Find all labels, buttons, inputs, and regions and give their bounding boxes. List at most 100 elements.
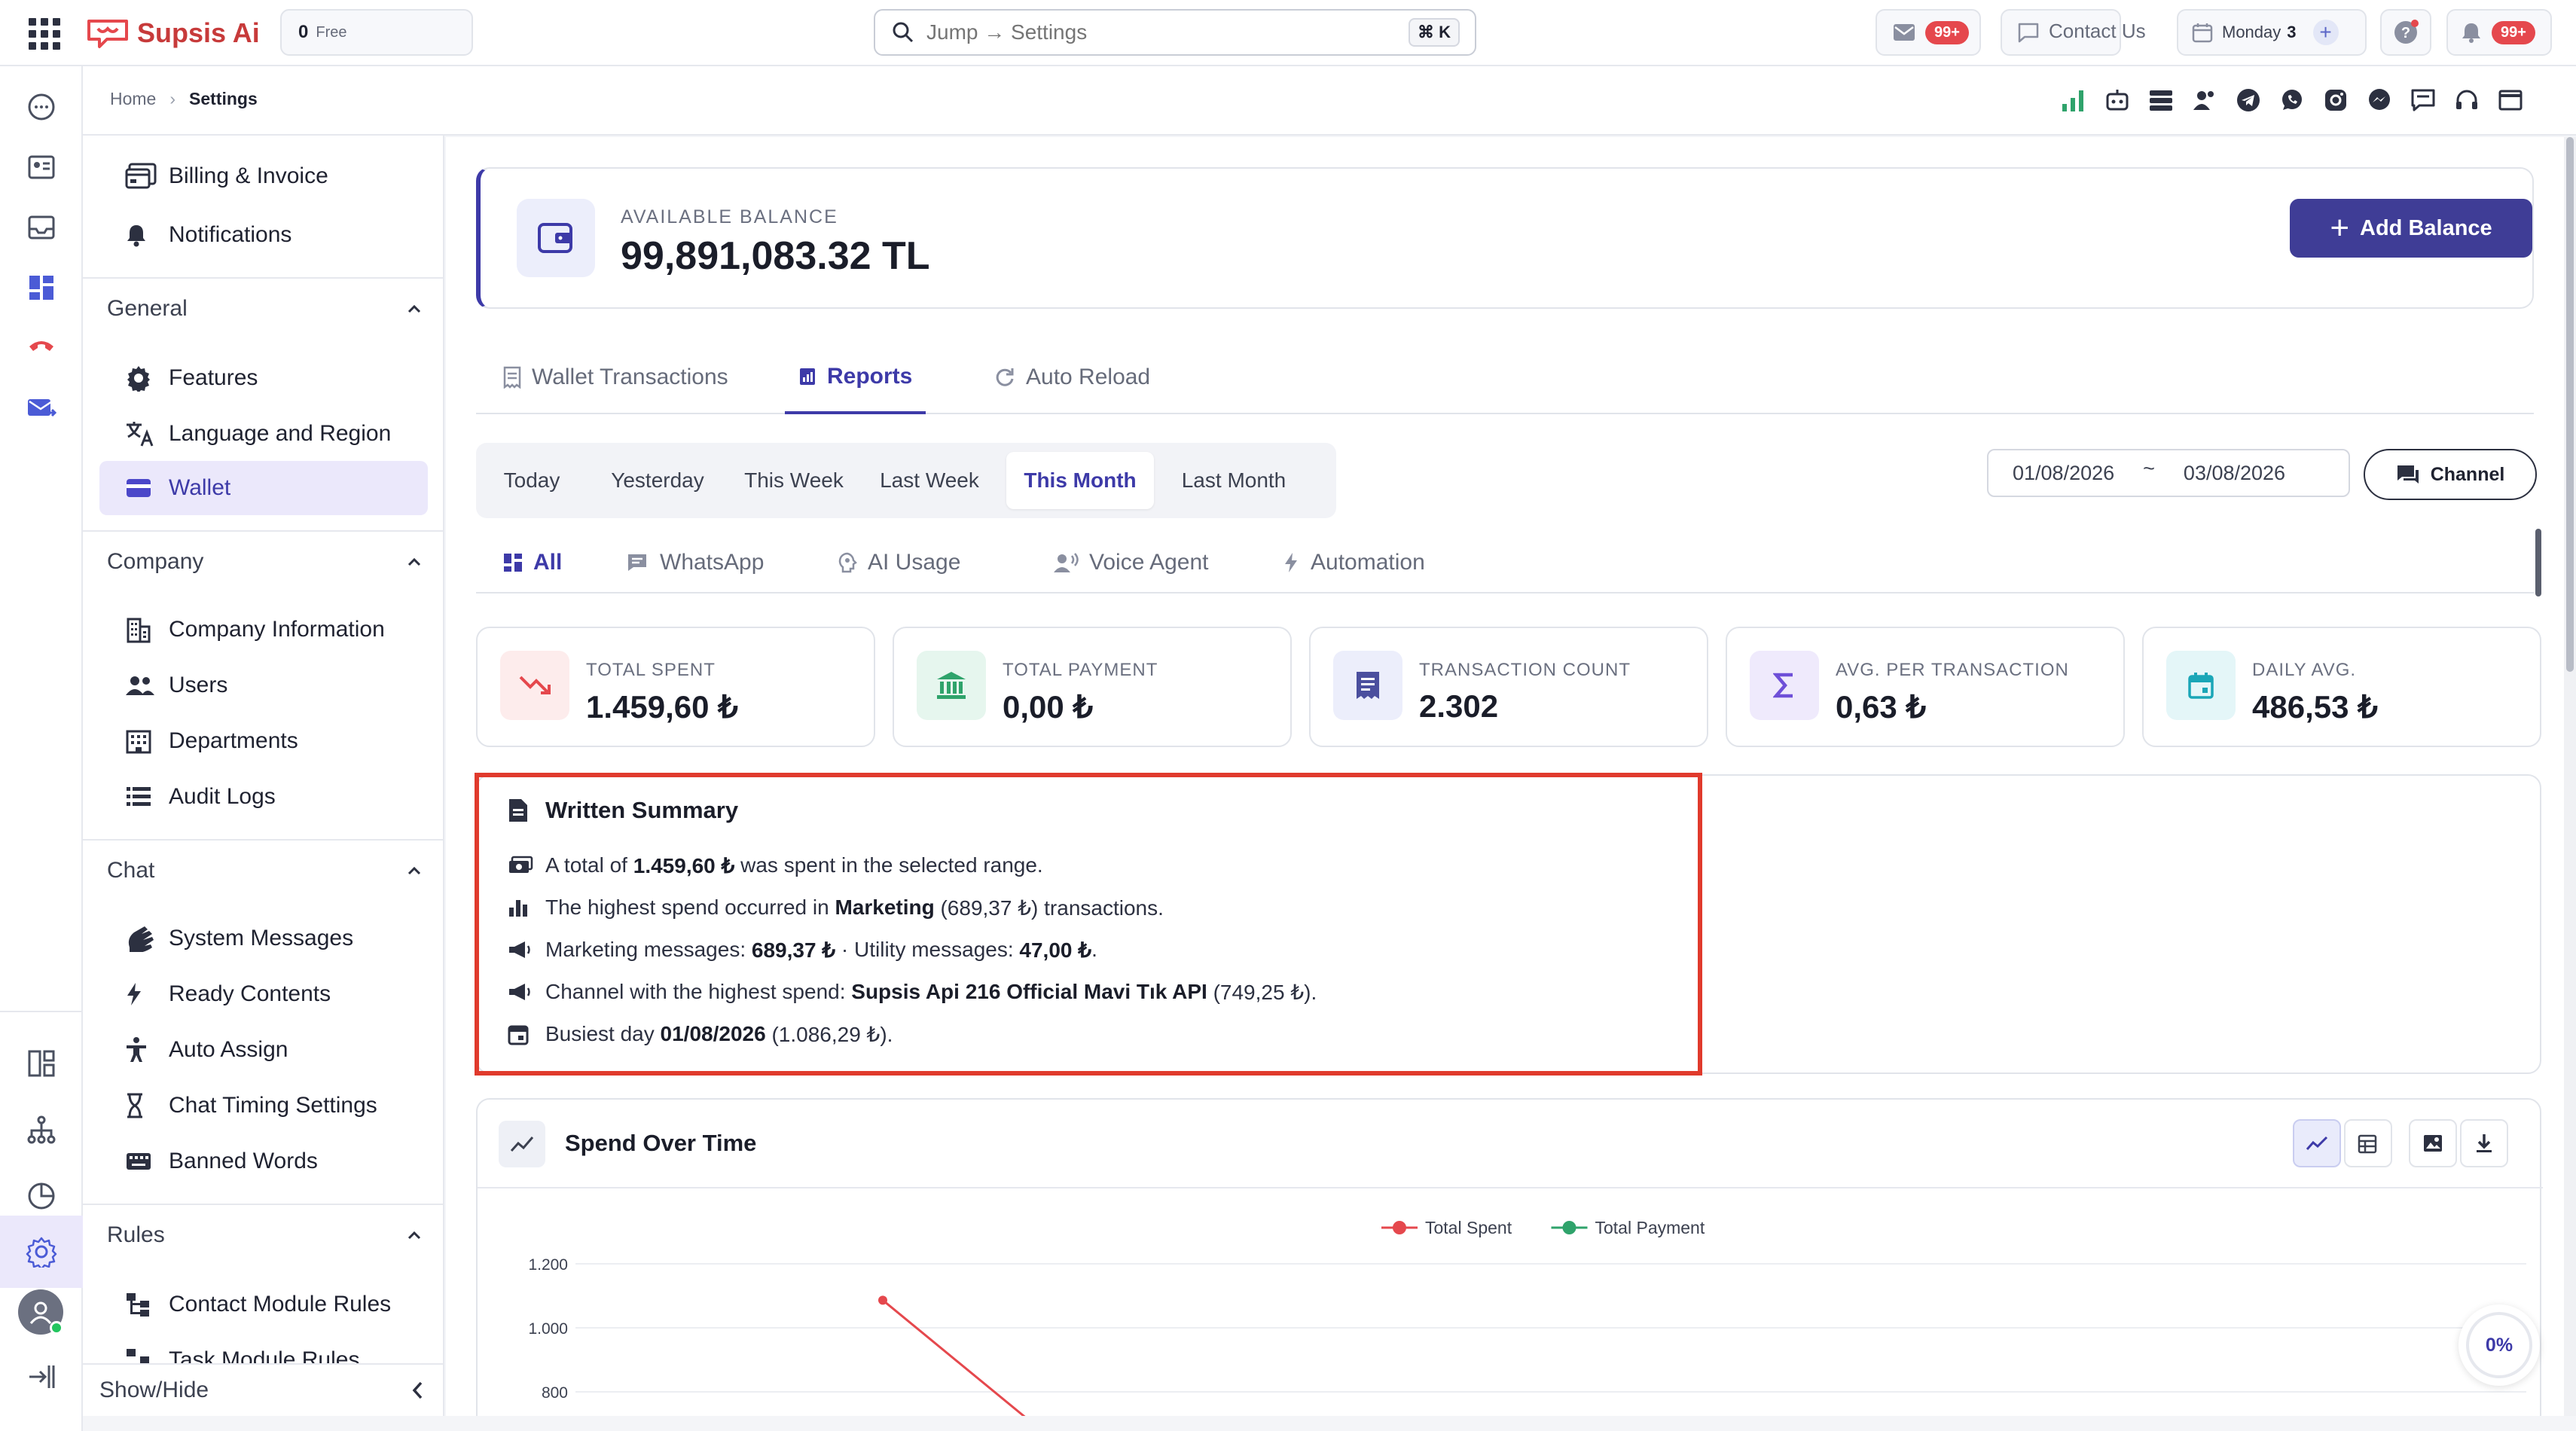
- filter-voice-agent[interactable]: Voice Agent: [1053, 535, 1208, 590]
- sidebar-item-ready-contents[interactable]: Ready Contents: [99, 967, 428, 1021]
- sidebar-item-notifications[interactable]: Notifications: [99, 208, 428, 262]
- sidebar-item-system-messages[interactable]: System Messages: [99, 911, 428, 966]
- help-button[interactable]: ?: [2380, 9, 2431, 56]
- summary-text: Busiest day: [545, 1022, 661, 1045]
- instagram-icon[interactable]: [2323, 87, 2349, 113]
- add-balance-button[interactable]: + Add Balance: [2290, 199, 2532, 258]
- rail-logout-icon[interactable]: [23, 1359, 60, 1395]
- sidebar-item-features[interactable]: Features: [99, 351, 428, 405]
- sidebar-item-language[interactable]: Language and Region: [99, 407, 428, 461]
- rail-settings-icon[interactable]: [23, 1234, 60, 1270]
- list-icon: [125, 782, 158, 812]
- headset-icon[interactable]: [2454, 87, 2480, 113]
- table-view-button[interactable]: [2344, 1119, 2392, 1167]
- sidebar-item-departments[interactable]: Departments: [99, 714, 428, 768]
- bell-icon: [125, 220, 158, 250]
- period-last-month[interactable]: Last Month: [1157, 452, 1311, 509]
- rail-contacts-icon[interactable]: [23, 149, 60, 185]
- sidebar-item-label: Contact Module Rules: [169, 1292, 392, 1317]
- y-tick-label: 1.200: [528, 1256, 568, 1274]
- section-company[interactable]: Company: [83, 530, 443, 592]
- filter-automation[interactable]: Automation: [1283, 535, 1425, 590]
- stat-label: TOTAL SPENT: [586, 660, 716, 680]
- contact-us-label[interactable]: Contact Us: [2049, 20, 2146, 43]
- sidebar-item-contact-rules[interactable]: Contact Module Rules: [99, 1277, 428, 1332]
- sidebar-item-banned-words[interactable]: Banned Words: [99, 1134, 428, 1188]
- messenger-icon[interactable]: [2367, 87, 2392, 113]
- rail-flow-icon[interactable]: [23, 1112, 60, 1148]
- period-this-month[interactable]: This Month: [1006, 452, 1154, 509]
- image-icon: [2424, 1135, 2442, 1152]
- sidebar-item-company-info[interactable]: Company Information: [99, 603, 428, 657]
- rail-email-icon[interactable]: [23, 390, 60, 426]
- chevron-left-icon[interactable]: [411, 1381, 423, 1400]
- filter-ai-usage[interactable]: AI Usage: [838, 535, 960, 590]
- apps-grid-icon[interactable]: [29, 18, 60, 50]
- rail-analytics-icon[interactable]: [23, 1178, 60, 1214]
- period-today[interactable]: Today: [476, 452, 588, 509]
- tab-reports[interactable]: Reports: [785, 342, 926, 414]
- sidebar-item-auto-assign[interactable]: Auto Assign: [99, 1023, 428, 1077]
- image-export-button[interactable]: [2409, 1119, 2457, 1167]
- download-button[interactable]: [2460, 1119, 2508, 1167]
- summary-panel: Written Summary A total of 1.459,60 ₺ wa…: [475, 773, 2541, 1076]
- rail-dashboard-icon[interactable]: [23, 270, 60, 306]
- notifications-button[interactable]: 99+: [2446, 9, 2552, 56]
- date-range-input[interactable]: 01/08/2026 ~ 03/08/2026: [1987, 449, 2350, 497]
- rail-layout-icon[interactable]: [23, 1045, 60, 1082]
- signal-icon[interactable]: [2061, 87, 2086, 113]
- chevron-up-icon[interactable]: [407, 865, 422, 876]
- progress-widget[interactable]: 0%: [2458, 1304, 2540, 1386]
- period-selector: Today Yesterday This Week Last Week This…: [476, 443, 1336, 518]
- rail-phone-icon[interactable]: [23, 330, 60, 366]
- filter-label: WhatsApp: [660, 550, 765, 575]
- section-general[interactable]: General: [83, 277, 443, 339]
- sidebar-item-billing[interactable]: Billing & Invoice: [99, 149, 428, 203]
- credit-box[interactable]: 0 Free: [280, 9, 473, 56]
- filter-all[interactable]: All: [503, 535, 562, 590]
- data-point-total-spent: [878, 1295, 887, 1305]
- mail-button[interactable]: 99+: [1876, 9, 1981, 56]
- sidebar-item-users[interactable]: Users: [99, 658, 428, 712]
- main-scrollbar-track[interactable]: [2564, 137, 2576, 1416]
- show-hide-toggle[interactable]: Show/Hide: [83, 1363, 443, 1416]
- search-input[interactable]: [926, 20, 1378, 44]
- telegram-icon[interactable]: [2236, 87, 2261, 113]
- agents-icon[interactable]: [2192, 87, 2217, 113]
- chevron-up-icon[interactable]: [407, 557, 422, 567]
- brand-logo[interactable]: Supsis Ai: [84, 14, 260, 53]
- legend-swatch-dot: [1562, 1221, 1576, 1234]
- livechat-icon[interactable]: [2410, 87, 2436, 113]
- filter-whatsapp[interactable]: WhatsApp: [627, 535, 764, 590]
- sidebar-item-audit-logs[interactable]: Audit Logs: [99, 770, 428, 824]
- window-icon[interactable]: [2498, 87, 2523, 113]
- rail-chat-icon[interactable]: [23, 89, 60, 125]
- period-this-week[interactable]: This Week: [728, 452, 860, 509]
- search-box[interactable]: ⌘ K: [874, 9, 1476, 56]
- server-icon[interactable]: [2148, 87, 2174, 113]
- section-chat[interactable]: Chat: [83, 839, 443, 901]
- tab-wallet-transactions[interactable]: Wallet Transactions: [503, 342, 728, 413]
- main-scrollbar-thumb[interactable]: [2566, 137, 2574, 672]
- add-event-icon[interactable]: +: [2312, 20, 2339, 45]
- tab-auto-reload[interactable]: Auto Reload: [994, 342, 1150, 413]
- period-yesterday[interactable]: Yesterday: [588, 452, 728, 509]
- sigma-icon: [1750, 651, 1819, 720]
- line-chart-button[interactable]: [2293, 1119, 2341, 1167]
- date-to: 03/08/2026: [2183, 461, 2286, 484]
- calendar-button[interactable]: Monday 3 +: [2177, 9, 2367, 56]
- robot-icon[interactable]: [2104, 87, 2130, 113]
- rail-inbox-icon[interactable]: [23, 209, 60, 246]
- inner-scrollbar[interactable]: [2535, 529, 2541, 597]
- breadcrumb-home[interactable]: Home: [110, 89, 156, 109]
- section-rules[interactable]: Rules: [83, 1204, 443, 1265]
- chevron-up-icon[interactable]: [407, 1230, 422, 1240]
- channel-button[interactable]: Channel: [2364, 449, 2537, 500]
- avatar[interactable]: [18, 1289, 63, 1335]
- period-last-week[interactable]: Last Week: [860, 452, 999, 509]
- billing-icon: [125, 161, 158, 191]
- whatsapp-icon[interactable]: [2279, 87, 2305, 113]
- sidebar-item-chat-timing[interactable]: Chat Timing Settings: [99, 1079, 428, 1133]
- sidebar-item-wallet[interactable]: Wallet: [99, 461, 428, 515]
- chevron-up-icon[interactable]: [407, 304, 422, 314]
